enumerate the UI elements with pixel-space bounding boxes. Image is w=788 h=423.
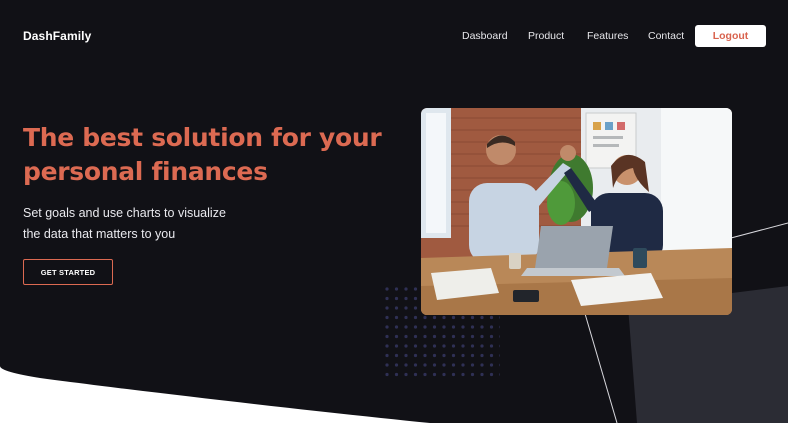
nav-link-product[interactable]: Product <box>528 30 564 42</box>
hero-office-photo <box>421 108 732 315</box>
hero-headline-line-2: personal finances <box>23 157 268 186</box>
hero-headline: The best solution for your personal fina… <box>23 121 413 189</box>
hero-subtext-line-2: the data that matters to you <box>23 227 176 241</box>
brand-logo[interactable]: DashFamily <box>23 29 91 43</box>
get-started-button[interactable]: GET STARTED <box>23 259 113 285</box>
hero-headline-line-1: The best solution for your <box>23 123 382 152</box>
top-navbar: DashFamily Dasboard Product Features Con… <box>0 0 788 72</box>
logout-button[interactable]: Logout <box>695 25 766 47</box>
nav-link-dashboard[interactable]: Dasboard <box>462 30 508 42</box>
hero-subtext: Set goals and use charts to visualize th… <box>23 203 263 245</box>
nav-link-features[interactable]: Features <box>587 30 628 42</box>
nav-link-contact[interactable]: Contact <box>648 30 684 42</box>
hero-subtext-line-1: Set goals and use charts to visualize <box>23 206 226 220</box>
